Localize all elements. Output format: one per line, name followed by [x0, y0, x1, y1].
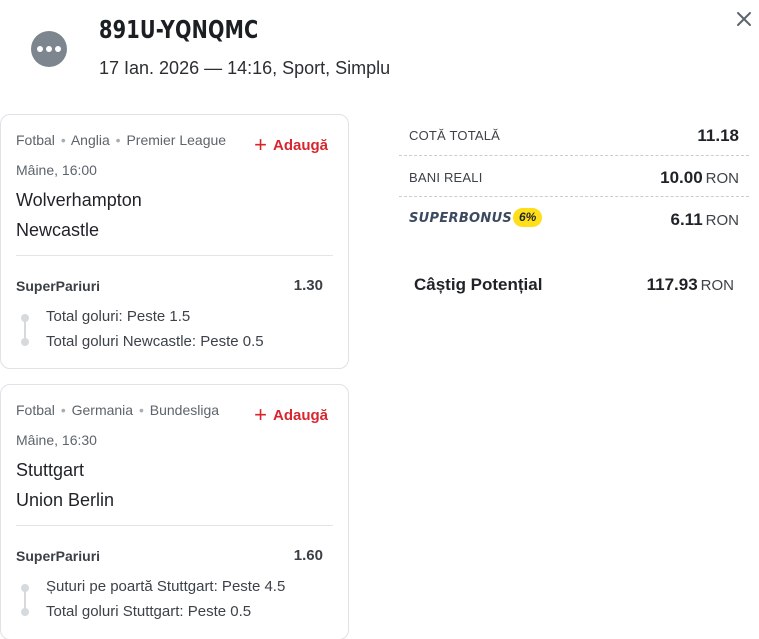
- superbonus-badge: 6%: [513, 208, 543, 227]
- separator-dot: •: [60, 132, 66, 148]
- separator-dot: •: [138, 402, 144, 418]
- selection-dot: [21, 314, 29, 322]
- selection-item: Șuturi pe poartă Stuttgart: Peste 4.5: [46, 578, 286, 595]
- currency-label: RON: [705, 170, 739, 187]
- add-button[interactable]: + Adaugă: [254, 400, 328, 427]
- add-button[interactable]: + Adaugă: [254, 130, 328, 157]
- dashed-divider: [399, 196, 749, 197]
- more-dot: [46, 46, 52, 52]
- selection-dot: [21, 584, 29, 592]
- ticket-meta: 17 Ian. 2026 — 14:16, Sport, Simplu: [99, 58, 391, 78]
- superbonus-value: 6.11: [670, 210, 703, 229]
- home-team: Stuttgart: [16, 460, 85, 480]
- add-label: Adaugă: [272, 407, 328, 424]
- country-label: Anglia: [70, 132, 110, 148]
- selection-dot: [21, 338, 29, 346]
- potential-win-value: 117.93: [646, 275, 698, 294]
- league-label: Premier League: [126, 132, 227, 148]
- close-icon[interactable]: [733, 8, 755, 30]
- market-name: SuperPariuri: [16, 548, 101, 564]
- league-label: Bundesliga: [149, 402, 220, 418]
- plus-icon: +: [254, 402, 267, 427]
- more-dot: [55, 46, 61, 52]
- superbonus-row: SUPERBONUS 6% 6.11 RON: [399, 208, 749, 230]
- event-time: Mâine, 16:30: [16, 432, 97, 448]
- divider: [16, 255, 333, 256]
- real-money-row: Bani reali 10.00 RON: [399, 168, 749, 188]
- add-label: Adaugă: [272, 137, 328, 154]
- league-path: Fotbal • Anglia • Premier League: [16, 132, 226, 148]
- country-label: Germania: [71, 402, 134, 418]
- ticket-id: 891U-YQNQMC: [99, 15, 259, 44]
- sport-label: Fotbal: [16, 132, 55, 148]
- more-options-icon[interactable]: [31, 31, 67, 67]
- home-team: Wolverhampton: [16, 190, 142, 210]
- real-money-label: Bani reali: [409, 170, 483, 185]
- total-odds-label: Cotă totală: [409, 128, 501, 143]
- total-odds-value: 11.18: [697, 126, 739, 145]
- event-time: Mâine, 16:00: [16, 162, 97, 178]
- selection-item: Total goluri Newcastle: Peste 0.5: [46, 333, 264, 350]
- potential-win-label: Câștig Potențial: [414, 275, 543, 294]
- away-team: Newcastle: [16, 220, 100, 240]
- more-dot: [37, 46, 43, 52]
- superbonus-label: SUPERBONUS: [409, 211, 513, 226]
- market-name: SuperPariuri: [16, 278, 101, 294]
- real-money-amount: 10.00 RON: [660, 168, 739, 188]
- real-money-value: 10.00: [660, 168, 703, 187]
- selection-item: Total goluri Stuttgart: Peste 0.5: [46, 603, 252, 620]
- currency-label: RON: [705, 212, 739, 229]
- bet-card: Fotbal • Anglia • Premier League + Adaugă…: [0, 114, 349, 369]
- league-path: Fotbal • Germania • Bundesliga: [16, 402, 219, 418]
- potential-win-amount: 117.93 RON: [647, 275, 734, 295]
- plus-icon: +: [254, 132, 267, 157]
- market-odd: 1.60: [293, 547, 323, 564]
- separator-dot: •: [60, 402, 66, 418]
- dashed-divider: [399, 155, 749, 156]
- superbonus-amount: 6.11 RON: [671, 210, 740, 230]
- bet-card: Fotbal • Germania • Bundesliga + Adaugă M…: [0, 384, 349, 639]
- total-odds-row: Cotă totală 11.18: [399, 126, 749, 146]
- selection-item: Total goluri: Peste 1.5: [46, 308, 191, 325]
- market-odd: 1.30: [293, 277, 323, 294]
- separator-dot: •: [115, 132, 121, 148]
- selection-dot: [21, 608, 29, 616]
- currency-label: RON: [700, 277, 734, 294]
- divider: [16, 525, 333, 526]
- away-team: Union Berlin: [16, 490, 115, 510]
- sport-label: Fotbal: [16, 402, 55, 418]
